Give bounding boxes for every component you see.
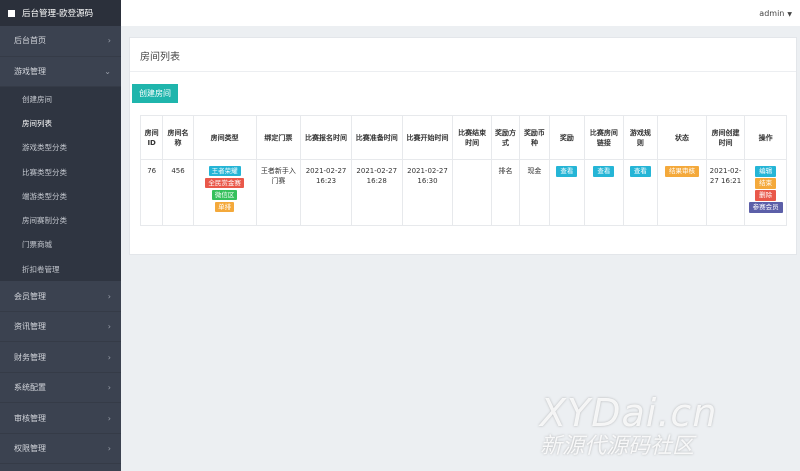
submenu-match-type[interactable]: 比赛类型分类	[0, 160, 121, 184]
chevron-right-icon: ›	[107, 383, 111, 393]
sidebar-item-label: 游戏管理	[14, 66, 46, 76]
col-reward-mode: 奖励方式	[490, 115, 521, 160]
participants-button[interactable]: 参赛会员	[748, 202, 783, 213]
chevron-right-icon: ›	[107, 36, 111, 46]
app-brand[interactable]: 后台管理-欧登源码	[0, 0, 121, 26]
col-created: 房间创建时间	[705, 115, 746, 160]
table-row: 76 456 王者荣耀 全民赏金赛 微信区 单排 王者新手入门赛 2021-02…	[139, 159, 787, 226]
sidebar-item-label: 权限管理	[14, 444, 46, 454]
sidebar: 后台管理-欧登源码 后台首页 › 游戏管理 ⌄ 创建房间 房间列表 游戏类型分类…	[0, 0, 121, 471]
col-type: 房间类型	[192, 115, 257, 160]
submenu-client-type[interactable]: 端游类型分类	[0, 184, 121, 208]
cell-start: 2021-02-27 16:30	[401, 159, 454, 226]
app-title: 后台管理-欧登源码	[22, 9, 94, 19]
user-menu[interactable]: admin ▼	[759, 9, 792, 18]
cell-status: 结果审核	[657, 159, 707, 226]
cell-currency: 现金	[519, 159, 550, 226]
submenu-ticket-store[interactable]: 门票商城	[0, 233, 121, 257]
cell-created: 2021-02-27 16:21	[705, 159, 746, 226]
cell-rules: 查看	[622, 159, 659, 226]
col-ops: 操作	[744, 115, 787, 160]
cell-ticket: 王者新手入门赛	[255, 159, 302, 226]
end-button[interactable]: 结束	[755, 178, 777, 189]
view-rules-button[interactable]: 查看	[629, 166, 651, 177]
sidebar-item-news[interactable]: 资讯管理 ›	[0, 312, 121, 343]
table-header-row: 房间ID 房间名称 房间类型 绑定门票 比赛报名时间 比赛准备时间 比赛开始时间…	[139, 115, 787, 160]
topbar: admin ▼	[121, 0, 800, 26]
submenu-room-format[interactable]: 房间赛制分类	[0, 208, 121, 232]
cell-signup: 2021-02-27 16:23	[300, 159, 352, 226]
col-link: 比赛房间链接	[584, 115, 624, 160]
submenu-create-room[interactable]: 创建房间	[0, 87, 121, 111]
sidebar-item-members[interactable]: 会员管理 ›	[0, 281, 121, 312]
sidebar-item-permissions[interactable]: 权限管理 ›	[0, 434, 121, 465]
sidebar-item-system[interactable]: 系统配置 ›	[0, 373, 121, 404]
chevron-down-icon: ⌄	[104, 66, 111, 76]
chevron-right-icon: ›	[107, 352, 111, 362]
col-reward: 奖励	[548, 115, 586, 160]
cell-reward: 查看	[548, 159, 586, 226]
sidebar-item-label: 财务管理	[14, 352, 46, 362]
col-ticket: 绑定门票	[255, 115, 302, 160]
cell-type: 王者荣耀 全民赏金赛 微信区 单排	[192, 159, 257, 226]
sidebar-item-label: 后台首页	[14, 36, 46, 46]
sidebar-item-finance[interactable]: 财务管理 ›	[0, 342, 121, 373]
edit-button[interactable]: 编辑	[755, 166, 777, 177]
sidebar-item-label: 系统配置	[14, 383, 46, 393]
chevron-right-icon: ›	[107, 444, 111, 454]
submenu-room-list[interactable]: 房间列表	[0, 111, 121, 135]
cell-prepare: 2021-02-27 16:28	[350, 159, 403, 226]
col-status: 状态	[657, 115, 707, 160]
submenu-game-type[interactable]: 游戏类型分类	[0, 136, 121, 160]
col-currency: 奖励币种	[519, 115, 550, 160]
room-table: 房间ID 房间名称 房间类型 绑定门票 比赛报名时间 比赛准备时间 比赛开始时间…	[139, 115, 787, 226]
col-end: 比赛结束时间	[452, 115, 492, 160]
username: admin	[759, 8, 785, 18]
page-title: 房间列表	[130, 38, 796, 72]
col-name: 房间名称	[162, 115, 194, 160]
type-tag-mode: 单排	[215, 202, 235, 212]
room-list-panel: 房间列表 创建房间 房间ID 房间名称 房间类型 绑定门票 比赛报名时间 比赛准…	[129, 37, 797, 255]
col-start: 比赛开始时间	[401, 115, 454, 160]
chevron-right-icon: ›	[107, 322, 111, 332]
caret-down-icon: ▼	[787, 10, 792, 18]
sidebar-item-game[interactable]: 游戏管理 ⌄	[0, 57, 121, 87]
chevron-right-icon: ›	[107, 413, 111, 423]
logo-square-icon	[8, 9, 15, 17]
type-tag-match: 全民赏金赛	[205, 178, 244, 188]
cell-reward-mode: 排名	[490, 159, 521, 226]
view-link-button[interactable]: 查看	[593, 166, 615, 177]
game-submenu: 创建房间 房间列表 游戏类型分类 比赛类型分类 端游类型分类 房间赛制分类 门票…	[0, 87, 121, 282]
col-signup: 比赛报名时间	[300, 115, 352, 160]
cell-end	[452, 159, 492, 226]
col-rules: 游戏规则	[622, 115, 659, 160]
sidebar-item-label: 会员管理	[14, 291, 46, 301]
watermark: XYDai.cn 新源代源码社区	[540, 392, 800, 460]
sidebar-item-label: 审核管理	[14, 413, 46, 423]
cell-name: 456	[162, 159, 194, 226]
sidebar-item-home[interactable]: 后台首页 ›	[0, 26, 121, 57]
submenu-discount[interactable]: 折扣卷管理	[0, 257, 121, 281]
type-tag-game: 王者荣耀	[208, 166, 241, 176]
watermark-slogan: 新源代源码社区	[540, 434, 695, 459]
create-room-button[interactable]: 创建房间	[132, 84, 178, 103]
sidebar-item-review[interactable]: 审核管理 ›	[0, 403, 121, 434]
cell-link: 查看	[584, 159, 624, 226]
col-prepare: 比赛准备时间	[350, 115, 403, 160]
sidebar-item-label: 资讯管理	[14, 322, 46, 332]
chevron-right-icon: ›	[107, 291, 111, 301]
result-review-button[interactable]: 结果审核	[664, 166, 699, 177]
cell-id: 76	[139, 159, 164, 226]
cell-ops: 编辑 结束 删除 参赛会员	[744, 159, 787, 226]
type-tag-region: 微信区	[211, 190, 238, 200]
watermark-logo-text: XYDai.cn	[540, 391, 718, 435]
view-reward-button[interactable]: 查看	[556, 166, 578, 177]
col-id: 房间ID	[139, 115, 164, 160]
delete-button[interactable]: 删除	[755, 190, 777, 201]
